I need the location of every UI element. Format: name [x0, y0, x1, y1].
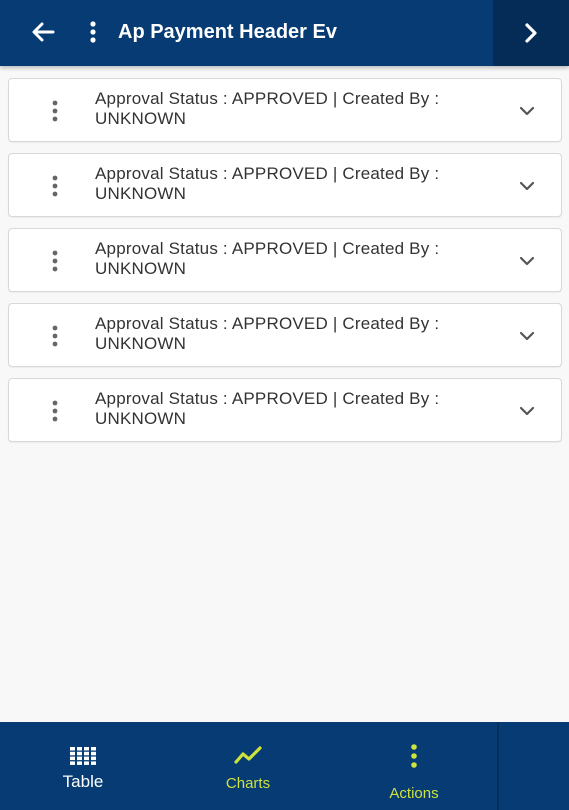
record-card[interactable]: Approval Status : APPROVED | Created By … — [8, 228, 562, 292]
expand-button[interactable] — [515, 324, 539, 348]
record-list: Approval Status : APPROVED | Created By … — [8, 78, 562, 453]
record-summary-value: UNKNOWN — [95, 409, 187, 428]
nav-actions[interactable]: Actions — [331, 722, 497, 810]
grid-icon — [0, 747, 166, 765]
nav-table[interactable]: Table — [0, 722, 166, 810]
record-summary: Approval Status : APPROVED | Created By … — [95, 164, 495, 204]
header-menu-button[interactable] — [80, 14, 106, 50]
record-summary-value: UNKNOWN — [95, 259, 187, 278]
more-vertical-icon — [90, 21, 96, 43]
record-summary-line: Approval Status : APPROVED | Created By … — [95, 164, 440, 183]
expand-button[interactable] — [515, 399, 539, 423]
more-vertical-icon — [331, 744, 497, 768]
record-menu-button[interactable] — [45, 95, 65, 127]
nav-table-label: Table — [62, 772, 104, 791]
record-summary-line: Approval Status : APPROVED | Created By … — [95, 314, 440, 333]
more-vertical-icon — [52, 100, 58, 122]
record-summary-value: UNKNOWN — [95, 184, 187, 203]
more-vertical-icon — [52, 250, 58, 272]
nav-divider — [497, 722, 499, 810]
chevron-down-icon — [519, 106, 535, 116]
record-card[interactable]: Approval Status : APPROVED | Created By … — [8, 153, 562, 217]
more-vertical-icon — [52, 325, 58, 347]
expand-button[interactable] — [515, 99, 539, 123]
page-title: Ap Payment Header Ev — [118, 21, 337, 43]
record-menu-button[interactable] — [45, 395, 65, 427]
chevron-down-icon — [519, 256, 535, 266]
chevron-right-icon — [525, 23, 537, 43]
nav-actions-label: Actions — [389, 785, 439, 802]
record-summary: Approval Status : APPROVED | Created By … — [95, 89, 495, 129]
expand-button[interactable] — [515, 249, 539, 273]
more-vertical-icon — [52, 175, 58, 197]
record-summary-line: Approval Status : APPROVED | Created By … — [95, 89, 440, 108]
record-card[interactable]: Approval Status : APPROVED | Created By … — [8, 378, 562, 442]
arrow-left-icon — [32, 22, 55, 42]
record-summary-line: Approval Status : APPROVED | Created By … — [95, 239, 440, 258]
trend-line-icon — [165, 745, 331, 765]
chevron-down-icon — [519, 331, 535, 341]
record-summary-line: Approval Status : APPROVED | Created By … — [95, 389, 440, 408]
more-vertical-icon — [52, 400, 58, 422]
back-button[interactable] — [23, 14, 63, 50]
bottom-nav: Table Charts Actions — [0, 722, 569, 810]
chevron-down-icon — [519, 406, 535, 416]
nav-charts[interactable]: Charts — [165, 722, 331, 810]
record-menu-button[interactable] — [45, 245, 65, 277]
record-card[interactable]: Approval Status : APPROVED | Created By … — [8, 303, 562, 367]
expand-button[interactable] — [515, 174, 539, 198]
app-header: Ap Payment Header Ev — [0, 0, 569, 66]
record-card[interactable]: Approval Status : APPROVED | Created By … — [8, 78, 562, 142]
chevron-down-icon — [519, 181, 535, 191]
record-menu-button[interactable] — [45, 170, 65, 202]
record-summary-value: UNKNOWN — [95, 109, 187, 128]
nav-charts-label: Charts — [225, 775, 271, 792]
record-summary: Approval Status : APPROVED | Created By … — [95, 314, 495, 354]
record-summary: Approval Status : APPROVED | Created By … — [95, 239, 495, 279]
record-summary-value: UNKNOWN — [95, 334, 187, 353]
record-menu-button[interactable] — [45, 320, 65, 352]
next-button[interactable] — [493, 0, 569, 66]
record-summary: Approval Status : APPROVED | Created By … — [95, 389, 495, 429]
